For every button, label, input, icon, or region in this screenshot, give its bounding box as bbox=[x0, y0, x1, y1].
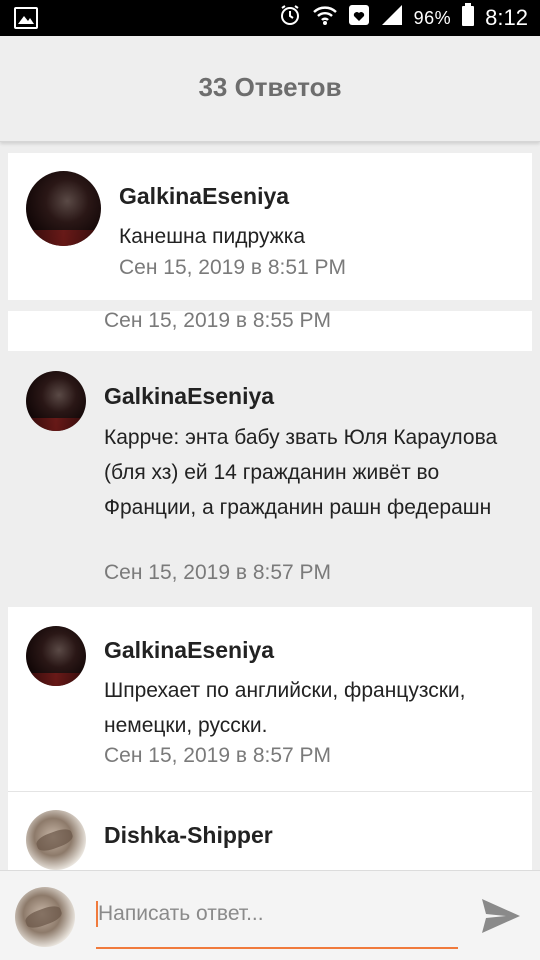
wifi-icon bbox=[312, 4, 338, 32]
comment-card[interactable]: GalkinaEseniya Шпрехает по английски, фр… bbox=[8, 607, 532, 791]
comment-text: Шпрехает по английски, французски, немец… bbox=[104, 679, 466, 737]
gallery-icon bbox=[14, 7, 38, 29]
comment-card[interactable]: Сен 15, 2019 в 8:55 PM bbox=[8, 309, 532, 351]
replies-header: 33 Ответов bbox=[0, 36, 540, 142]
reply-composer: Написать ответ... bbox=[0, 870, 540, 960]
signal-icon bbox=[380, 4, 404, 32]
comment-card[interactable]: GalkinaEseniya Каррче: энта бабу звать Ю… bbox=[8, 352, 532, 607]
battery-percent: 96% bbox=[413, 7, 452, 28]
avatar[interactable] bbox=[26, 171, 101, 246]
comment-date: Сен 15, 2019 в 8:57 PM bbox=[104, 744, 332, 767]
comment-author[interactable]: GalkinaEseniya bbox=[119, 183, 289, 210]
comment-card[interactable]: GalkinaEseniya Канешна пидружка Сен 15, … bbox=[8, 153, 532, 300]
reply-input-underline bbox=[96, 947, 458, 949]
reply-input[interactable]: Написать ответ... bbox=[98, 902, 460, 928]
current-user-avatar bbox=[15, 887, 75, 947]
comment-author[interactable]: GalkinaEseniya bbox=[104, 637, 274, 664]
avatar[interactable] bbox=[26, 371, 86, 431]
battery-icon bbox=[461, 3, 475, 33]
alarm-icon bbox=[278, 3, 302, 33]
comment-author[interactable]: Dishka-Shipper bbox=[104, 822, 273, 849]
comment-text: Канешна пидружка bbox=[119, 225, 306, 248]
comment-author[interactable]: GalkinaEseniya bbox=[104, 383, 274, 410]
comment-date: Сен 15, 2019 в 8:57 PM bbox=[104, 561, 332, 584]
status-bar: 96% 8:12 bbox=[0, 0, 540, 36]
avatar[interactable] bbox=[26, 810, 86, 870]
avatar[interactable] bbox=[26, 626, 86, 686]
comment-card[interactable]: Dishka-Shipper bbox=[8, 791, 532, 870]
heart-notification-icon bbox=[348, 4, 370, 32]
comment-date: Сен 15, 2019 в 8:51 PM bbox=[119, 256, 347, 279]
comment-text: Каррче: энта бабу звать Юля Караулова (б… bbox=[104, 426, 498, 519]
send-icon[interactable] bbox=[480, 897, 522, 935]
clock: 8:12 bbox=[485, 5, 528, 30]
page-title: 33 Ответов bbox=[198, 72, 342, 102]
comment-date: Сен 15, 2019 в 8:55 PM bbox=[104, 309, 332, 332]
